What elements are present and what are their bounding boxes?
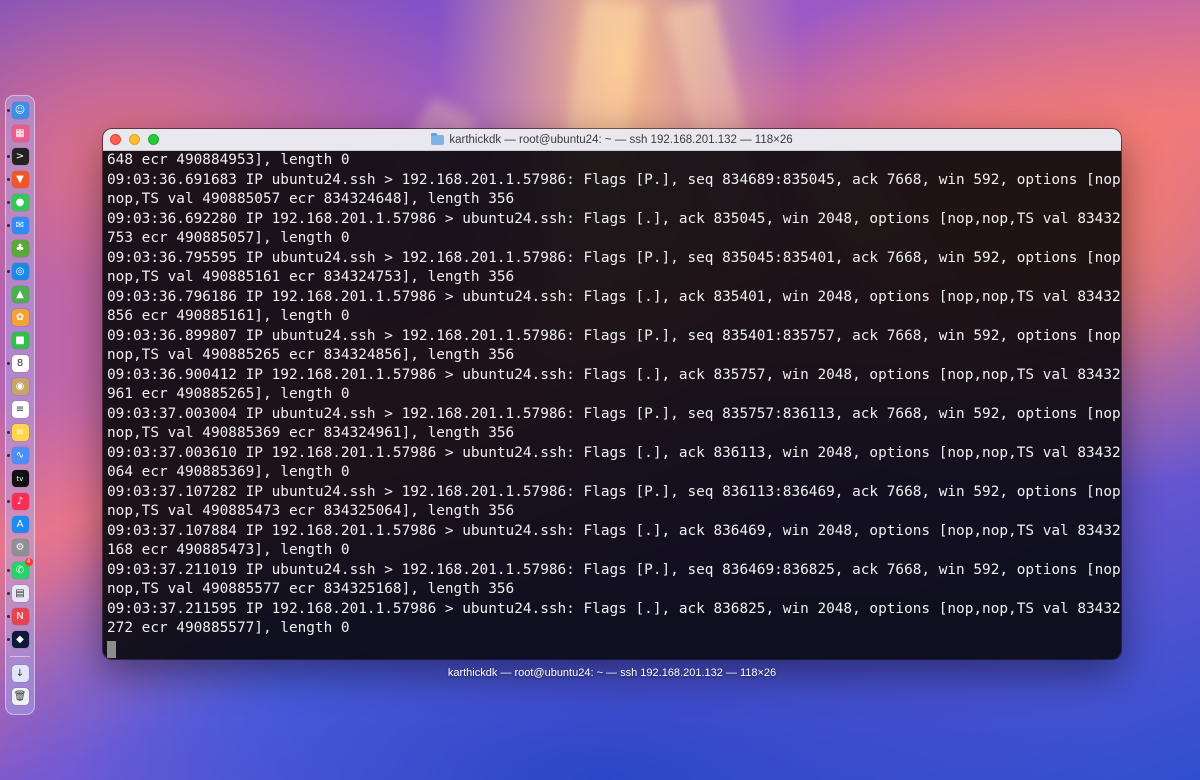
window-titlebar[interactable]: karthickdk — root@ubuntu24: ~ — ssh 192.…: [103, 129, 1121, 151]
messages-glyph: ●: [15, 197, 25, 208]
window-title-group: karthickdk — root@ubuntu24: ~ — ssh 192.…: [431, 132, 793, 146]
terminal-line: 09:03:37.003610 IP 192.168.201.1.57986 >…: [107, 444, 1121, 461]
terminal-line: 09:03:36.899807 IP ubuntu24.ssh > 192.16…: [107, 327, 1121, 344]
finder-icon[interactable]: ☺: [6, 102, 29, 119]
launchpad-glyph: ▦: [15, 128, 25, 139]
window-title: karthickdk — root@ubuntu24: ~ — ssh 192.…: [449, 133, 793, 146]
terminal-line: 856 ecr 490885161], length 0: [107, 308, 350, 324]
terminal-line: 09:03:37.107282 IP ubuntu24.ssh > 192.16…: [107, 483, 1121, 500]
terminal-line: nop,TS val 490885369 ecr 834324961], len…: [107, 425, 515, 441]
dock: ☺ ▦ > ▼ ● ✉ ♣ ◎ ▲ ✿ ■ 8 ◉ ≡ ≡ ∿ tv ♪ A ⚙ ✆ 4 ▤ N ◆ ↓ 🗑: [5, 95, 35, 715]
terminal-line: 168 ecr 490885473], length 0: [107, 542, 350, 558]
terminal-line: 064 ecr 490885369], length 0: [107, 464, 350, 480]
freeform-glyph: ∿: [15, 450, 25, 461]
close-button[interactable]: [110, 134, 121, 145]
notes-icon[interactable]: ≡: [6, 424, 29, 441]
music-icon[interactable]: ♪: [6, 493, 29, 510]
terminal-line: 09:03:37.107884 IP 192.168.201.1.57986 >…: [107, 522, 1121, 539]
terminal-line: 09:03:36.795595 IP ubuntu24.ssh > 192.16…: [107, 249, 1121, 266]
brave-browser-glyph: ▼: [16, 174, 24, 185]
macfamilytree-glyph: ♣: [15, 243, 25, 254]
apple-tv-glyph: tv: [16, 474, 24, 483]
terminal-window[interactable]: karthickdk — root@ubuntu24: ~ — ssh 192.…: [103, 129, 1121, 659]
app-store-glyph: A: [16, 519, 24, 530]
mail-glyph: ✉: [15, 220, 25, 231]
terminal-line: 09:03:36.796186 IP 192.168.201.1.57986 >…: [107, 288, 1121, 305]
trash-glyph: 🗑: [13, 691, 27, 702]
calendar-glyph: 8: [16, 358, 24, 369]
macfamilytree-icon[interactable]: ♣: [11, 240, 29, 257]
terminal-line: 09:03:37.211019 IP ubuntu24.ssh > 192.16…: [107, 561, 1121, 578]
maps-glyph: ▲: [16, 289, 24, 300]
teams-glyph: ▤: [15, 588, 25, 599]
terminal-app-glyph: >: [15, 151, 25, 162]
news-icon[interactable]: N: [6, 608, 29, 625]
trash-icon[interactable]: 🗑: [11, 688, 29, 705]
whatsapp-icon[interactable]: ✆ 4: [6, 558, 33, 579]
terminal-line: 272 ecr 490885577], length 0: [107, 620, 350, 636]
contacts-icon[interactable]: ◉: [11, 378, 29, 395]
whatsapp-glyph: ✆: [15, 565, 25, 576]
contacts-glyph: ◉: [15, 381, 25, 392]
app-store-icon[interactable]: A: [11, 516, 29, 533]
mail-icon[interactable]: ✉: [6, 217, 29, 234]
calendar-icon[interactable]: 8: [6, 355, 29, 372]
terminal-line: 648 ecr 490884953], length 0: [107, 152, 350, 168]
notes-glyph: ≡: [15, 427, 25, 438]
news-glyph: N: [16, 611, 24, 622]
freeform-icon[interactable]: ∿: [6, 447, 29, 464]
messages-icon[interactable]: ●: [6, 194, 29, 211]
bitbucket-icon[interactable]: ◆: [6, 631, 29, 648]
minimize-button[interactable]: [129, 134, 140, 145]
terminal-line: 09:03:37.211595 IP 192.168.201.1.57986 >…: [107, 600, 1121, 617]
brave-browser-icon[interactable]: ▼: [6, 171, 29, 188]
terminal-line: 09:03:37.003004 IP ubuntu24.ssh > 192.16…: [107, 405, 1121, 422]
bitbucket-glyph: ◆: [16, 634, 24, 645]
finder-glyph: ☺: [14, 105, 26, 116]
system-settings-icon[interactable]: ⚙: [11, 539, 29, 556]
photos-glyph: ✿: [15, 312, 25, 323]
music-glyph: ♪: [16, 496, 24, 507]
terminal-app-icon[interactable]: >: [6, 148, 29, 165]
safari-glyph: ◎: [15, 266, 25, 277]
launchpad-icon[interactable]: ▦: [11, 125, 29, 142]
teams-icon[interactable]: ▤: [6, 585, 29, 602]
zoom-button[interactable]: [148, 134, 159, 145]
downloads-stack-icon[interactable]: ↓: [11, 665, 29, 682]
terminal-line: 09:03:36.691683 IP ubuntu24.ssh > 192.16…: [107, 171, 1121, 188]
terminal-line: nop,TS val 490885057 ecr 834324648], len…: [107, 191, 515, 207]
text-cursor: [107, 640, 116, 658]
maps-icon[interactable]: ▲: [11, 286, 29, 303]
window-controls: [110, 134, 159, 145]
terminal-line: nop,TS val 490885577 ecr 834325168], len…: [107, 581, 515, 597]
reminders-icon[interactable]: ≡: [11, 401, 29, 418]
facetime-glyph: ■: [15, 335, 25, 346]
terminal-line: 753 ecr 490885057], length 0: [107, 230, 350, 246]
reminders-glyph: ≡: [15, 404, 25, 415]
terminal-line: 961 ecr 490885265], length 0: [107, 386, 350, 402]
terminal-line: nop,TS val 490885265 ecr 834324856], len…: [107, 347, 515, 363]
terminal-prompt-line[interactable]: [107, 639, 1116, 659]
terminal-output[interactable]: 648 ecr 490884953], length 0 09:03:36.691…: [103, 151, 1121, 659]
folder-icon: [431, 132, 445, 145]
system-settings-glyph: ⚙: [15, 542, 25, 553]
window-caption: karthickdk — root@ubuntu24: ~ — ssh 192.…: [447, 667, 777, 679]
photos-icon[interactable]: ✿: [11, 309, 29, 326]
safari-icon[interactable]: ◎: [6, 263, 29, 280]
dock-separator: [10, 656, 30, 657]
downloads-stack-glyph: ↓: [15, 668, 25, 679]
facetime-icon[interactable]: ■: [11, 332, 29, 349]
terminal-line: nop,TS val 490885473 ecr 834325064], len…: [107, 503, 515, 519]
terminal-line: 09:03:36.900412 IP 192.168.201.1.57986 >…: [107, 366, 1121, 383]
terminal-line: 09:03:36.692280 IP 192.168.201.1.57986 >…: [107, 210, 1121, 227]
notification-badge: 4: [24, 558, 33, 566]
terminal-line: nop,TS val 490885161 ecr 834324753], len…: [107, 269, 515, 285]
apple-tv-icon[interactable]: tv: [11, 470, 29, 487]
